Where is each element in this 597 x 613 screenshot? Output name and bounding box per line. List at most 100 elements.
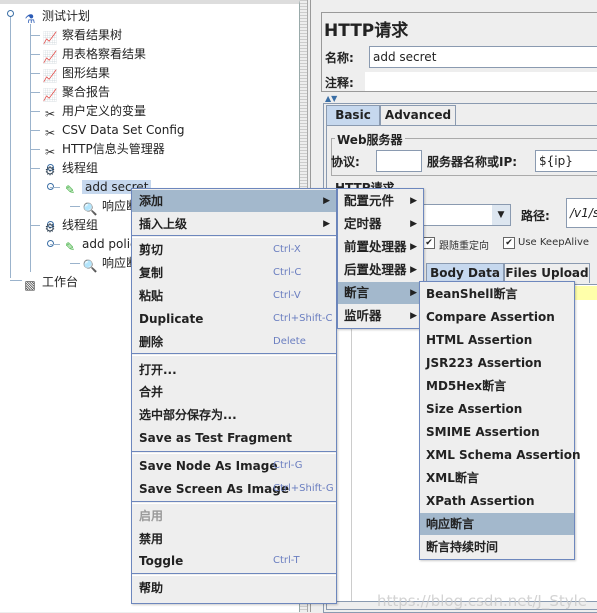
menu-item-label: 禁用: [139, 532, 164, 546]
menu-item-label: XML断言: [426, 471, 479, 485]
add-submenu-item[interactable]: 监听器 ▶: [338, 305, 423, 327]
context-menu-item[interactable]: 删除 Delete: [132, 331, 336, 353]
assertion-menu-item[interactable]: XML断言: [420, 467, 574, 489]
tab-basic[interactable]: Basic: [326, 105, 380, 125]
context-menu-item[interactable]: 禁用: [132, 528, 336, 550]
menu-item-label: MD5Hex断言: [426, 379, 507, 393]
tree-node[interactable]: ⚙ 线程组: [42, 159, 98, 178]
context-menu-item[interactable]: Save as Test Fragment: [132, 427, 336, 449]
menu-item-label: JSR223 Assertion: [426, 356, 542, 370]
path-input[interactable]: /v1/se: [566, 198, 597, 228]
tree-node[interactable]: ▧ 工作台: [22, 273, 78, 292]
submenu-arrow-icon: ▶: [410, 242, 417, 252]
menu-item-label: 插入上级: [139, 217, 188, 231]
context-menu-item[interactable]: 合并: [132, 381, 336, 403]
menu-separator: [132, 235, 336, 238]
assertion-menu-item[interactable]: SMIME Assertion: [420, 421, 574, 443]
assertion-menu-item[interactable]: BeanShell断言: [420, 283, 574, 305]
server-label: 服务器名称或IP:: [427, 155, 518, 169]
keepalive-checkbox[interactable]: ✔: [503, 237, 515, 249]
listener-graph-icon: 📈: [42, 88, 58, 102]
name-input[interactable]: add secret: [369, 46, 597, 68]
menu-separator: [132, 573, 336, 576]
listener-graph-icon: 📈: [42, 50, 58, 64]
menu-item-label: XPath Assertion: [426, 494, 535, 508]
context-menu-item[interactable]: 复制 Ctrl-C: [132, 262, 336, 284]
shortcut-label: Ctrl-C: [273, 267, 302, 278]
menu-item-label: 删除: [139, 335, 164, 349]
submenu-arrow-icon: ▶: [410, 288, 417, 298]
tree-node-label: 线程组: [62, 161, 99, 175]
context-menu-item[interactable]: 选中部分保存为...: [132, 404, 336, 426]
add-submenu-item[interactable]: 前置处理器 ▶: [338, 236, 423, 258]
shortcut-label: Ctrl+Shift-C: [273, 313, 333, 324]
menu-item-label: 粘贴: [139, 289, 164, 303]
tree-node-label: HTTP信息头管理器: [62, 142, 165, 156]
tree-node[interactable]: ✎ add polic: [62, 235, 137, 254]
path-label: 路径:: [521, 209, 550, 223]
context-menu-item[interactable]: 启用: [132, 505, 336, 527]
follow-redirects-checkbox[interactable]: ✔: [423, 237, 435, 249]
tree-node[interactable]: 📈 聚合报告: [42, 83, 111, 102]
menu-separator: [132, 501, 336, 504]
menu-item-label: Save as Test Fragment: [139, 431, 293, 445]
assertion-menu-item[interactable]: 断言持续时间: [420, 536, 574, 558]
assertion-menu-item[interactable]: XPath Assertion: [420, 490, 574, 512]
protocol-input[interactable]: [376, 150, 422, 172]
tree-node[interactable]: ✂ CSV Data Set Config: [42, 121, 185, 140]
menu-item-label: 剪切: [139, 243, 164, 257]
tree-node-label: CSV Data Set Config: [62, 123, 185, 137]
menu-item-label: Duplicate: [139, 312, 204, 326]
menu-item-label: 断言持续时间: [426, 540, 499, 554]
context-menu-item[interactable]: 剪切 Ctrl-X: [132, 239, 336, 261]
tab-advanced[interactable]: Advanced: [380, 105, 456, 125]
keepalive-label: Use KeepAlive: [518, 237, 590, 248]
tab-files-upload[interactable]: Files Upload: [504, 263, 590, 283]
assertion-menu-item[interactable]: MD5Hex断言: [420, 375, 574, 397]
chevron-down-icon[interactable]: ▼: [492, 205, 510, 225]
add-submenu-item[interactable]: 断言 ▶: [338, 282, 423, 304]
tree-node[interactable]: 📈 用表格察看结果: [42, 45, 147, 64]
tree-node[interactable]: 📈 图形结果: [42, 64, 111, 83]
context-menu-item[interactable]: 帮助: [132, 577, 336, 599]
context-menu-item[interactable]: Save Screen As Image Ctrl+Shift-G: [132, 478, 336, 500]
assertion-menu-item[interactable]: Compare Assertion: [420, 306, 574, 328]
context-menu-item[interactable]: Toggle Ctrl-T: [132, 550, 336, 572]
menu-item-label: 帮助: [139, 581, 164, 595]
menu-item-label: 合并: [139, 385, 164, 399]
add-submenu-item[interactable]: 配置元件 ▶: [338, 190, 423, 212]
config-tools-icon: ✂: [44, 145, 56, 159]
assertion-menu-item[interactable]: JSR223 Assertion: [420, 352, 574, 374]
thread-group-gear-icon: ⚙: [44, 221, 56, 235]
menu-item-label: 断言: [344, 285, 370, 300]
collapse-arrows-icon[interactable]: ▲▼: [325, 94, 337, 103]
menu-item-label: 监听器: [344, 308, 382, 323]
context-menu-item[interactable]: 打开...: [132, 359, 336, 381]
menu-item-label: 复制: [139, 266, 164, 280]
tree-node[interactable]: 📈 察看结果树: [42, 26, 123, 45]
assertion-menu-item[interactable]: 响应断言: [420, 513, 574, 535]
web-server-legend: Web服务器: [335, 131, 405, 148]
test-plan-flask-icon: ⚗: [24, 12, 36, 26]
tree-node[interactable]: ✂ HTTP信息头管理器: [42, 140, 165, 159]
tree-node-label: 察看结果树: [62, 28, 123, 42]
assertion-menu-item[interactable]: HTML Assertion: [420, 329, 574, 351]
tree-node[interactable]: ⚗ 测试计划: [22, 7, 90, 26]
server-input[interactable]: ${ip}: [535, 150, 597, 172]
add-submenu-item[interactable]: 定时器 ▶: [338, 213, 423, 235]
context-menu-item[interactable]: 添加 ▶: [132, 190, 336, 212]
context-menu-item[interactable]: 粘贴 Ctrl-V: [132, 285, 336, 307]
tree-node-label: 用表格察看结果: [62, 47, 147, 61]
tab-body-data[interactable]: Body Data: [426, 263, 504, 283]
context-menu-item[interactable]: Save Node As Image Ctrl-G: [132, 455, 336, 477]
assertion-menu-item[interactable]: Size Assertion: [420, 398, 574, 420]
comment-input[interactable]: [365, 72, 597, 91]
tree-node[interactable]: ⚙ 线程组: [42, 216, 98, 235]
assertion-menu-item[interactable]: XML Schema Assertion: [420, 444, 581, 466]
context-menu-item[interactable]: Duplicate Ctrl+Shift-C: [132, 308, 336, 330]
context-menu-item[interactable]: 插入上级 ▶: [132, 213, 336, 235]
tree-node[interactable]: ✂ 用户定义的变量: [42, 102, 146, 121]
add-submenu-item[interactable]: 后置处理器 ▶: [338, 259, 423, 281]
comment-label: 注释:: [325, 76, 354, 90]
shortcut-label: Ctrl-V: [273, 290, 301, 301]
